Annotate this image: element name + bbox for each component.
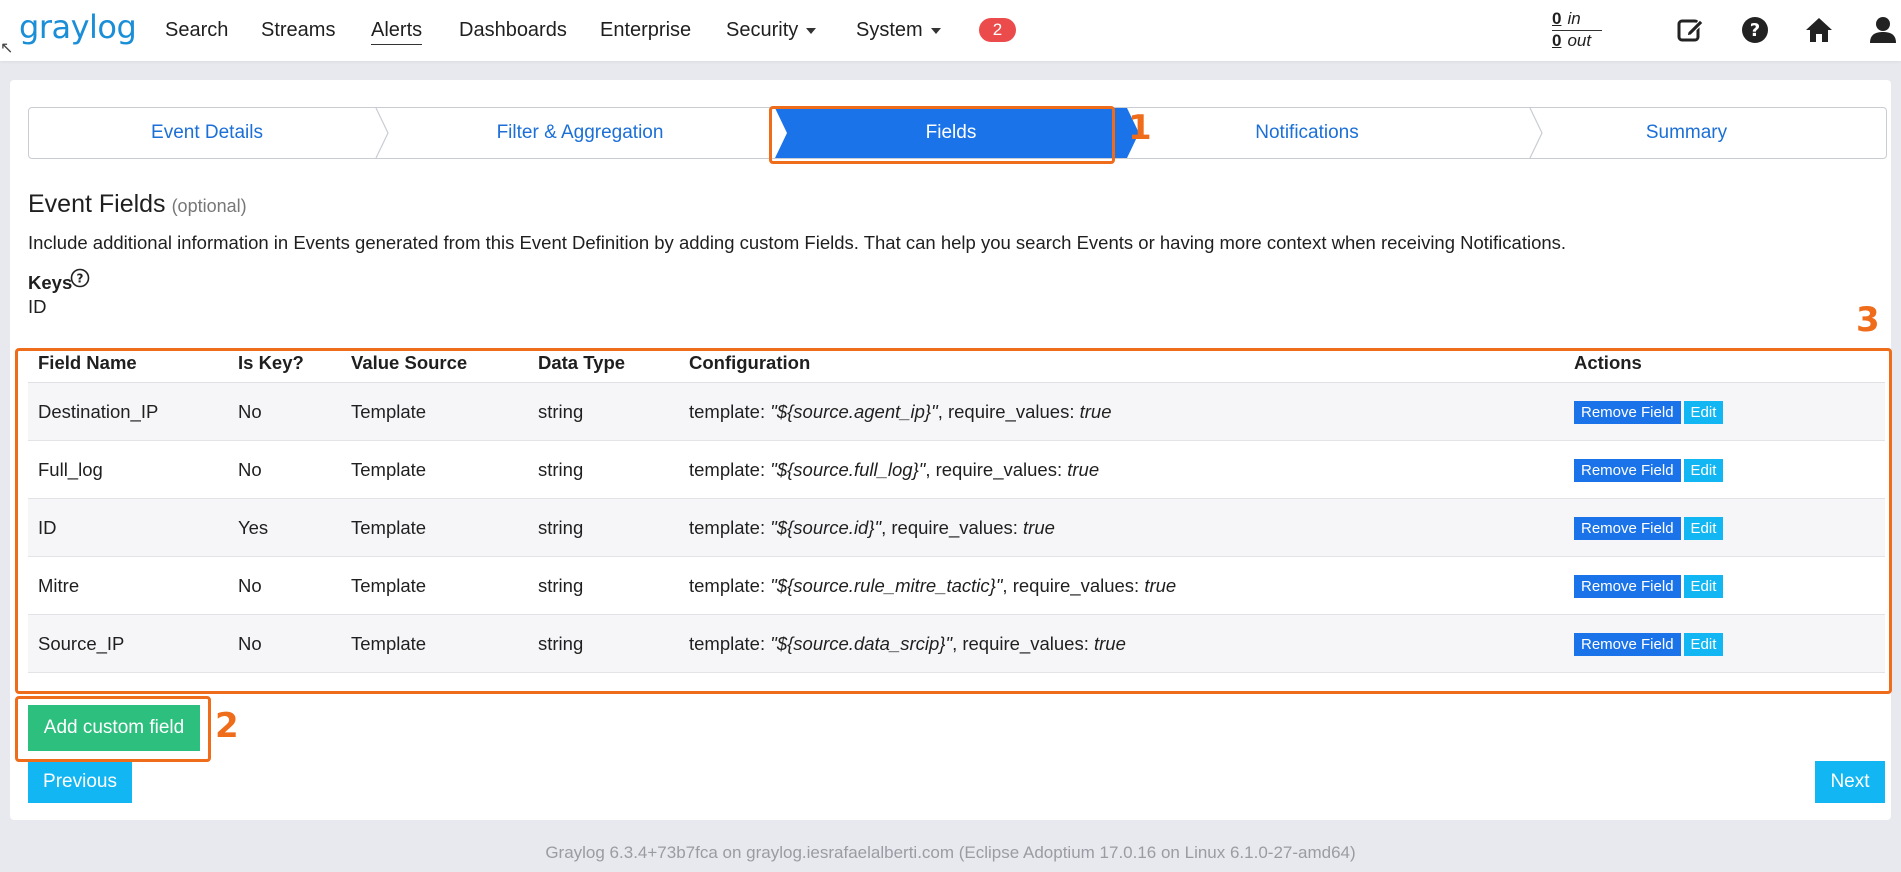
footer-version: Graylog 6.3.4+73b7fca on graylog.iesrafa… [545,843,1356,862]
nav-streams[interactable]: Streams [261,19,335,42]
step-separator [375,108,389,158]
notification-badge[interactable]: 2 [979,18,1016,42]
nav-enterprise[interactable]: Enterprise [600,19,691,42]
svg-text:?: ? [77,272,84,286]
throughput-in-label: in [1567,9,1581,28]
throughput-out-value: 0 [1552,31,1562,50]
step-notifications[interactable]: Notifications [1127,108,1487,158]
optional-label: (optional) [171,196,247,216]
svg-text:?: ? [1750,20,1760,41]
mouse-cursor-icon: ↖ [0,40,14,57]
nav-security-label: Security [726,19,799,41]
nav-security[interactable]: Security [726,19,817,42]
nav-alerts[interactable]: Alerts [371,19,423,45]
keys-label: Keys [28,272,73,293]
throughput-out-label: out [1567,31,1592,50]
help-icon[interactable]: ? [1740,15,1770,45]
throughput-indicator[interactable]: 0 in 0 out [1552,9,1602,51]
nav-search[interactable]: Search [165,19,228,42]
throughput-divider [1552,30,1602,31]
keys-value: ID [28,296,47,317]
home-icon[interactable] [1804,15,1834,45]
annotation-box-fields-table [15,348,1892,694]
top-navbar: graylog Search Streams Alerts Dashboards… [0,0,1901,61]
chevron-down-icon [930,27,941,34]
nav-system-label: System [856,19,923,41]
step-summary[interactable]: Summary [1487,108,1886,158]
event-fields-description: Include additional information in Events… [28,232,1567,253]
step-filter-aggregation[interactable]: Filter & Aggregation [385,108,775,158]
event-fields-title: Event Fields (optional) [28,190,247,219]
next-button[interactable]: Next [1815,761,1885,803]
nav-dashboards[interactable]: Dashboards [459,19,567,42]
annotation-box-fields-step [769,106,1115,164]
user-icon[interactable] [1868,15,1898,45]
step-event-details[interactable]: Event Details [29,108,385,158]
annotation-number-1: 1 [1128,108,1152,148]
keys-help-icon[interactable]: ? [70,268,90,288]
edit-icon[interactable] [1676,15,1706,45]
nav-system[interactable]: System [856,19,941,42]
annotation-number-2: 2 [215,706,239,746]
throughput-in-value: 0 [1552,9,1562,28]
event-fields-heading: Event Fields [28,190,166,218]
step-separator [1529,108,1543,158]
graylog-logo[interactable]: graylog [19,8,137,46]
previous-button[interactable]: Previous [28,761,132,803]
annotation-number-3: 3 [1856,300,1880,340]
annotation-box-add-button [15,696,211,762]
chevron-down-icon [806,27,817,34]
